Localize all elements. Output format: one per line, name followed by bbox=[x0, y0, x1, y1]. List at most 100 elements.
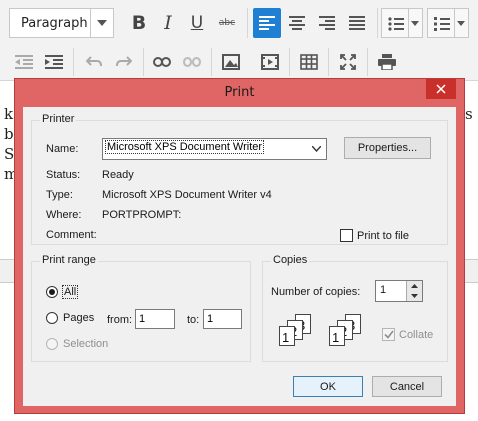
toolbar-separator bbox=[377, 8, 378, 38]
copies-value: 1 bbox=[380, 284, 387, 296]
where-label: Where: bbox=[46, 209, 82, 221]
editor-text-fragment: s bbox=[465, 105, 473, 123]
editor-text-fragment: k bbox=[4, 105, 14, 123]
pages-radio-label[interactable]: Pages bbox=[63, 312, 94, 324]
strikethrough-button[interactable]: abc bbox=[213, 9, 241, 37]
type-value: Microsoft XPS Document Writer v4 bbox=[102, 189, 272, 201]
ok-button-label: OK bbox=[320, 380, 336, 393]
outdent-button[interactable] bbox=[12, 50, 36, 74]
chevron-down-icon bbox=[312, 146, 321, 152]
align-center-button[interactable] bbox=[283, 8, 311, 38]
selection-radio-label[interactable]: Selection bbox=[63, 338, 108, 350]
media-icon bbox=[261, 54, 279, 70]
cancel-button[interactable]: Cancel bbox=[372, 376, 442, 397]
toolbar-separator bbox=[211, 48, 212, 76]
image-button[interactable] bbox=[219, 50, 243, 74]
copies-group-label: Copies bbox=[271, 254, 310, 266]
properties-button-label: Properties... bbox=[357, 142, 418, 154]
toolbar-separator bbox=[328, 48, 329, 76]
printer-group: Printer Name: Microsoft XPS Document Wri… bbox=[31, 113, 448, 245]
unlink-icon bbox=[183, 57, 201, 67]
bullet-list-button[interactable] bbox=[381, 8, 423, 38]
collate-label[interactable]: Collate bbox=[399, 329, 433, 341]
chevron-down-icon bbox=[411, 21, 419, 26]
print-dialog: Print Printer Name: Microsoft XPS Docume… bbox=[14, 78, 465, 414]
status-label: Status: bbox=[46, 169, 81, 181]
image-icon bbox=[222, 54, 240, 70]
from-page-input[interactable] bbox=[135, 309, 175, 329]
paragraph-format-dropdown[interactable]: Paragraph bbox=[9, 8, 114, 38]
collate-page: 1 bbox=[329, 326, 345, 346]
media-button[interactable] bbox=[258, 50, 282, 74]
collate-checkbox[interactable] bbox=[382, 328, 395, 341]
print-range-group-label: Print range bbox=[40, 254, 98, 266]
undo-button[interactable] bbox=[82, 50, 106, 74]
spinner-down-button[interactable] bbox=[406, 291, 422, 301]
fullscreen-icon bbox=[340, 54, 356, 70]
align-left-button[interactable] bbox=[253, 8, 281, 38]
toolbar-separator bbox=[143, 48, 144, 76]
toolbar-separator bbox=[289, 48, 290, 76]
justify-icon bbox=[349, 16, 365, 30]
italic-icon: I bbox=[164, 12, 172, 34]
toolbar-separator bbox=[247, 8, 248, 38]
all-radio[interactable] bbox=[46, 286, 58, 298]
status-value: Ready bbox=[102, 169, 134, 181]
redo-icon bbox=[116, 56, 132, 67]
cancel-button-label: Cancel bbox=[389, 380, 425, 393]
print-range-group: Print range All Pages from: to: Selectio… bbox=[31, 254, 251, 362]
strikethrough-icon: abc bbox=[218, 18, 236, 28]
to-page-input[interactable] bbox=[203, 309, 242, 329]
align-right-button[interactable] bbox=[313, 8, 341, 38]
dialog-title: Print bbox=[224, 85, 255, 100]
chevron-down-icon bbox=[97, 20, 107, 26]
printer-name-select[interactable]: Microsoft XPS Document Writer bbox=[102, 138, 327, 160]
all-radio-label[interactable]: All bbox=[61, 285, 79, 299]
indent-icon bbox=[45, 55, 63, 69]
to-label: to: bbox=[187, 314, 200, 326]
justify-button[interactable] bbox=[343, 8, 371, 38]
chevron-down-icon bbox=[457, 21, 465, 26]
underline-icon: U bbox=[190, 13, 204, 33]
type-label: Type: bbox=[46, 189, 73, 201]
print-to-file-checkbox[interactable] bbox=[340, 229, 353, 242]
redo-button[interactable] bbox=[112, 50, 136, 74]
printer-name-label: Name: bbox=[46, 143, 79, 155]
print-to-file-label[interactable]: Print to file bbox=[357, 230, 409, 242]
indent-button[interactable] bbox=[42, 50, 66, 74]
numbered-list-button[interactable] bbox=[427, 8, 469, 38]
numbered-list-icon bbox=[434, 17, 450, 31]
selection-radio[interactable] bbox=[46, 338, 58, 350]
link-icon bbox=[153, 57, 171, 67]
undo-icon bbox=[86, 56, 102, 67]
fullscreen-button[interactable] bbox=[336, 50, 360, 74]
editor-toolbar: Paragraph B I U abc bbox=[0, 0, 478, 81]
print-button[interactable] bbox=[375, 50, 399, 74]
table-button[interactable] bbox=[297, 50, 321, 74]
dialog-titlebar[interactable]: Print bbox=[15, 79, 464, 107]
collate-illustration: 3 2 1 bbox=[323, 312, 373, 352]
ok-button[interactable]: OK bbox=[293, 376, 363, 397]
close-button[interactable] bbox=[426, 79, 456, 99]
collate-page: 1 bbox=[279, 326, 295, 346]
pages-radio[interactable] bbox=[46, 312, 58, 324]
italic-button[interactable]: I bbox=[155, 9, 181, 37]
number-of-copies-label: Number of copies: bbox=[271, 286, 361, 298]
from-label: from: bbox=[107, 314, 133, 326]
where-value: PORTPROMPT: bbox=[102, 209, 182, 221]
editor-text-fragment: S bbox=[4, 145, 15, 163]
outdent-icon bbox=[15, 55, 33, 69]
underline-button[interactable]: U bbox=[184, 9, 210, 37]
checkmark-icon bbox=[384, 330, 394, 339]
bold-icon: B bbox=[131, 12, 147, 34]
comment-label: Comment: bbox=[46, 229, 97, 241]
link-button[interactable] bbox=[150, 50, 174, 74]
editor-text-fragment: b bbox=[4, 125, 14, 143]
bold-button[interactable]: B bbox=[126, 9, 152, 37]
table-icon bbox=[300, 54, 318, 70]
chevron-down-icon bbox=[411, 294, 418, 298]
properties-button[interactable]: Properties... bbox=[344, 137, 431, 159]
copies-spinner[interactable]: 1 bbox=[375, 280, 423, 302]
chevron-up-icon bbox=[411, 284, 418, 288]
unlink-button[interactable] bbox=[180, 50, 204, 74]
